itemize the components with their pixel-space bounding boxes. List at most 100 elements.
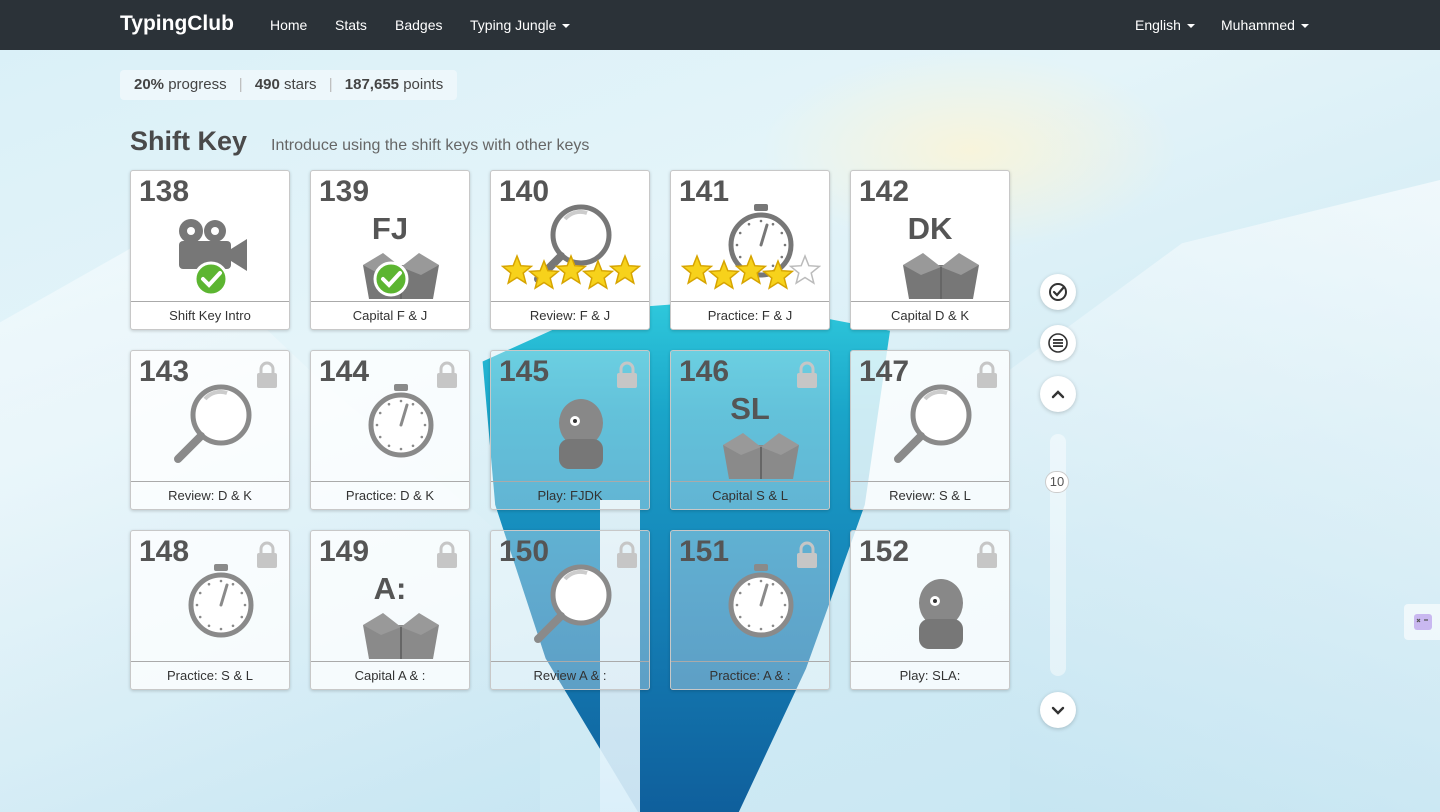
menu-button[interactable] [1040, 325, 1076, 361]
separator: | [238, 76, 243, 93]
completed-filter-button[interactable] [1040, 274, 1076, 310]
caret-down-icon [1186, 24, 1195, 29]
star-filled-icon [501, 253, 534, 285]
completed-check-icon [373, 261, 409, 297]
brand-logo[interactable]: TypingClub [120, 12, 234, 36]
progress-summary: 20% progress | 490 stars | 187,655 point… [120, 70, 458, 100]
lock-icon [435, 541, 459, 569]
game-icon [521, 381, 621, 481]
stopwatch-icon [701, 561, 801, 661]
star-filled-icon [707, 258, 741, 290]
lesson-tile-143[interactable]: 143 Review: D & K [130, 350, 290, 510]
star-filled-icon [554, 253, 588, 285]
lesson-number: 149 [319, 535, 370, 568]
nav-home[interactable]: Home [270, 17, 307, 33]
lesson-label: Capital F & J [311, 301, 469, 329]
section-title: Shift Key [130, 126, 248, 156]
lock-icon [255, 361, 279, 389]
star-filled-icon [608, 253, 641, 285]
menu-icon [1048, 333, 1068, 353]
lesson-tile-138[interactable]: 138 Shift Key Intro [130, 170, 290, 330]
lesson-label: Play: SLA: [851, 661, 1009, 689]
chevron-up-icon [1051, 390, 1065, 399]
caret-down-icon [562, 24, 571, 29]
lesson-label: Shift Key Intro [131, 301, 289, 329]
lesson-tile-142[interactable]: 142 DK Capital D & K [850, 170, 1010, 330]
lesson-tile-140[interactable]: 140 Review: F & J [490, 170, 650, 330]
check-circle-icon [1049, 283, 1067, 301]
scroll-down-button[interactable] [1040, 692, 1076, 728]
lock-icon [255, 541, 279, 569]
lesson-label: Practice: S & L [131, 661, 289, 689]
lesson-tile-145[interactable]: 145 Play: FJDK [490, 350, 650, 510]
star-filled-icon [581, 258, 615, 290]
stopwatch-icon [341, 381, 441, 481]
lesson-tile-150[interactable]: 150 Review A & : [490, 530, 650, 690]
lock-icon [795, 361, 819, 389]
section-subtitle: Introduce using the shift keys with othe… [271, 137, 590, 154]
lesson-label: Capital S & L [671, 481, 829, 509]
lesson-number: 142 [859, 175, 910, 208]
lesson-number: 146 [679, 355, 730, 388]
scroll-up-button[interactable] [1040, 376, 1076, 412]
nav-badges[interactable]: Badges [395, 17, 442, 33]
lesson-label: Review: F & J [491, 301, 649, 329]
lesson-label: Capital D & K [851, 301, 1009, 329]
magnifier-icon [161, 381, 261, 481]
user-dropdown[interactable]: Muhammed [1221, 17, 1309, 33]
completed-check-icon [193, 261, 229, 297]
lesson-tile-149[interactable]: 149 A: Capital A & : [310, 530, 470, 690]
lesson-label: Play: FJDK [491, 481, 649, 509]
lesson-tile-146[interactable]: 146 SL Capital S & L [670, 350, 830, 510]
lesson-label: Practice: A & : [671, 661, 829, 689]
lesson-tile-148[interactable]: 148 Practice: S & L [130, 530, 290, 690]
star-rating [501, 253, 641, 290]
lesson-label: Practice: F & J [671, 301, 829, 329]
lesson-tile-147[interactable]: 147 Review: S & L [850, 350, 1010, 510]
lesson-label: Review: D & K [131, 481, 289, 509]
lock-icon [975, 361, 999, 389]
magnifier-icon [881, 381, 981, 481]
points-value: 187,655 [344, 76, 400, 93]
stopwatch-icon [161, 561, 261, 661]
nav-stats[interactable]: Stats [335, 17, 367, 33]
level-indicator[interactable]: 10 [1045, 471, 1069, 493]
points-label: points [403, 76, 444, 93]
lesson-label: Capital A & : [311, 661, 469, 689]
stars-value: 490 [254, 76, 280, 93]
top-navbar: TypingClub Home Stats Badges Typing Jung… [0, 0, 1440, 50]
progress-value: 20% [134, 76, 165, 93]
nav-typing-jungle-label: Typing Jungle [470, 17, 557, 33]
lesson-tile-141[interactable]: 141 Practice: F & J [670, 170, 830, 330]
lock-icon [615, 541, 639, 569]
separator: | [328, 76, 333, 93]
user-name: Muhammed [1221, 17, 1295, 33]
lesson-tile-144[interactable]: 144 Practice: D & K [310, 350, 470, 510]
lesson-label: Review: S & L [851, 481, 1009, 509]
chat-icon [1414, 614, 1432, 630]
nav-typing-jungle-dropdown[interactable]: Typing Jungle [470, 17, 571, 33]
language-dropdown[interactable]: English [1135, 17, 1195, 33]
lesson-tile-152[interactable]: 152 Play: SLA: [850, 530, 1010, 690]
star-filled-icon [734, 253, 768, 285]
chevron-down-icon [1051, 706, 1065, 715]
star-filled-icon [681, 253, 714, 285]
chat-widget-tab[interactable] [1404, 604, 1440, 640]
star-filled-icon [761, 258, 795, 290]
lesson-tile-151[interactable]: 151 Practice: A & : [670, 530, 830, 690]
lock-icon [615, 361, 639, 389]
lesson-tile-139[interactable]: 139 FJ Capital F & J [310, 170, 470, 330]
star-empty-icon [788, 253, 821, 285]
lesson-label: Practice: D & K [311, 481, 469, 509]
lesson-label: Review A & : [491, 661, 649, 689]
star-rating [681, 253, 821, 290]
lock-icon [975, 541, 999, 569]
stars-label: stars [284, 76, 317, 93]
lesson-number: 139 [319, 175, 370, 208]
lock-icon [435, 361, 459, 389]
lock-icon [795, 541, 819, 569]
progress-label: progress [168, 76, 227, 93]
game-icon [881, 561, 981, 661]
language-label: English [1135, 17, 1181, 33]
caret-down-icon [1300, 24, 1309, 29]
